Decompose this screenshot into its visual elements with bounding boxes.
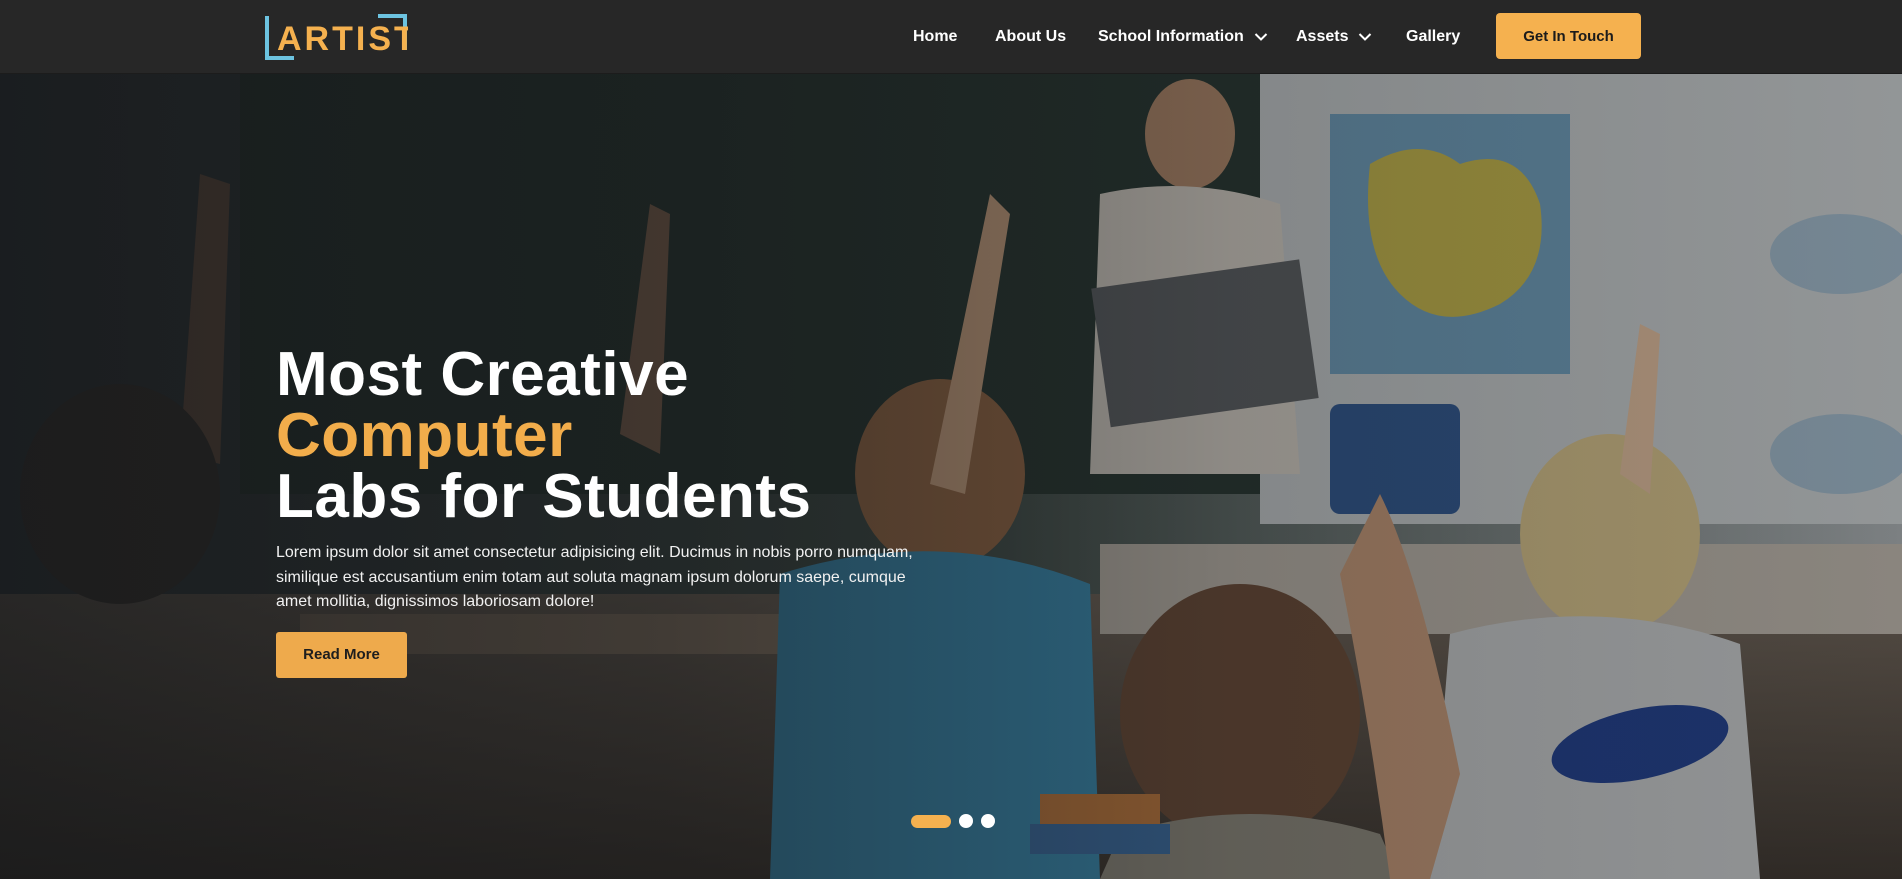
nav-school-information-label: School Information bbox=[1098, 28, 1244, 45]
nav-home-label: Home bbox=[913, 28, 958, 45]
nav-gallery-label: Gallery bbox=[1406, 28, 1461, 45]
site-header: ARTIST Home About Us School Information … bbox=[0, 0, 1902, 74]
chevron-down-icon bbox=[1254, 32, 1268, 42]
nav-assets[interactable]: Assets bbox=[1296, 0, 1372, 74]
slider-dot[interactable] bbox=[959, 814, 973, 828]
nav-about-us[interactable]: About Us bbox=[995, 0, 1066, 74]
nav-about-us-label: About Us bbox=[995, 28, 1067, 45]
get-in-touch-button[interactable]: Get In Touch bbox=[1496, 13, 1641, 59]
hero-title-part1: Most Creative bbox=[276, 340, 690, 409]
nav-assets-label: Assets bbox=[1296, 28, 1349, 45]
nav-school-information[interactable]: School Information bbox=[1098, 0, 1268, 74]
svg-text:ARTIST: ARTIST bbox=[277, 20, 408, 58]
slider-dot[interactable] bbox=[981, 814, 995, 828]
artist-logo-icon: ARTIST bbox=[265, 14, 408, 60]
nav-home[interactable]: Home bbox=[913, 0, 957, 74]
slider-dot-active[interactable] bbox=[911, 814, 951, 828]
hero-content: Most Creative Computer Labs for Students… bbox=[276, 344, 976, 678]
nav-gallery[interactable]: Gallery bbox=[1406, 0, 1460, 74]
slider-pagination bbox=[911, 814, 995, 828]
chevron-down-icon bbox=[1358, 32, 1372, 42]
hero-section: Most Creative Computer Labs for Students… bbox=[0, 74, 1902, 879]
hero-title-accent: Computer bbox=[276, 401, 573, 470]
read-more-button[interactable]: Read More bbox=[276, 631, 407, 678]
hero-title-part2: Labs for Students bbox=[276, 462, 812, 531]
hero-title: Most Creative Computer Labs for Students bbox=[276, 344, 976, 528]
site-logo[interactable]: ARTIST bbox=[264, 12, 408, 60]
hero-description: Lorem ipsum dolor sit amet consectetur a… bbox=[276, 544, 913, 610]
